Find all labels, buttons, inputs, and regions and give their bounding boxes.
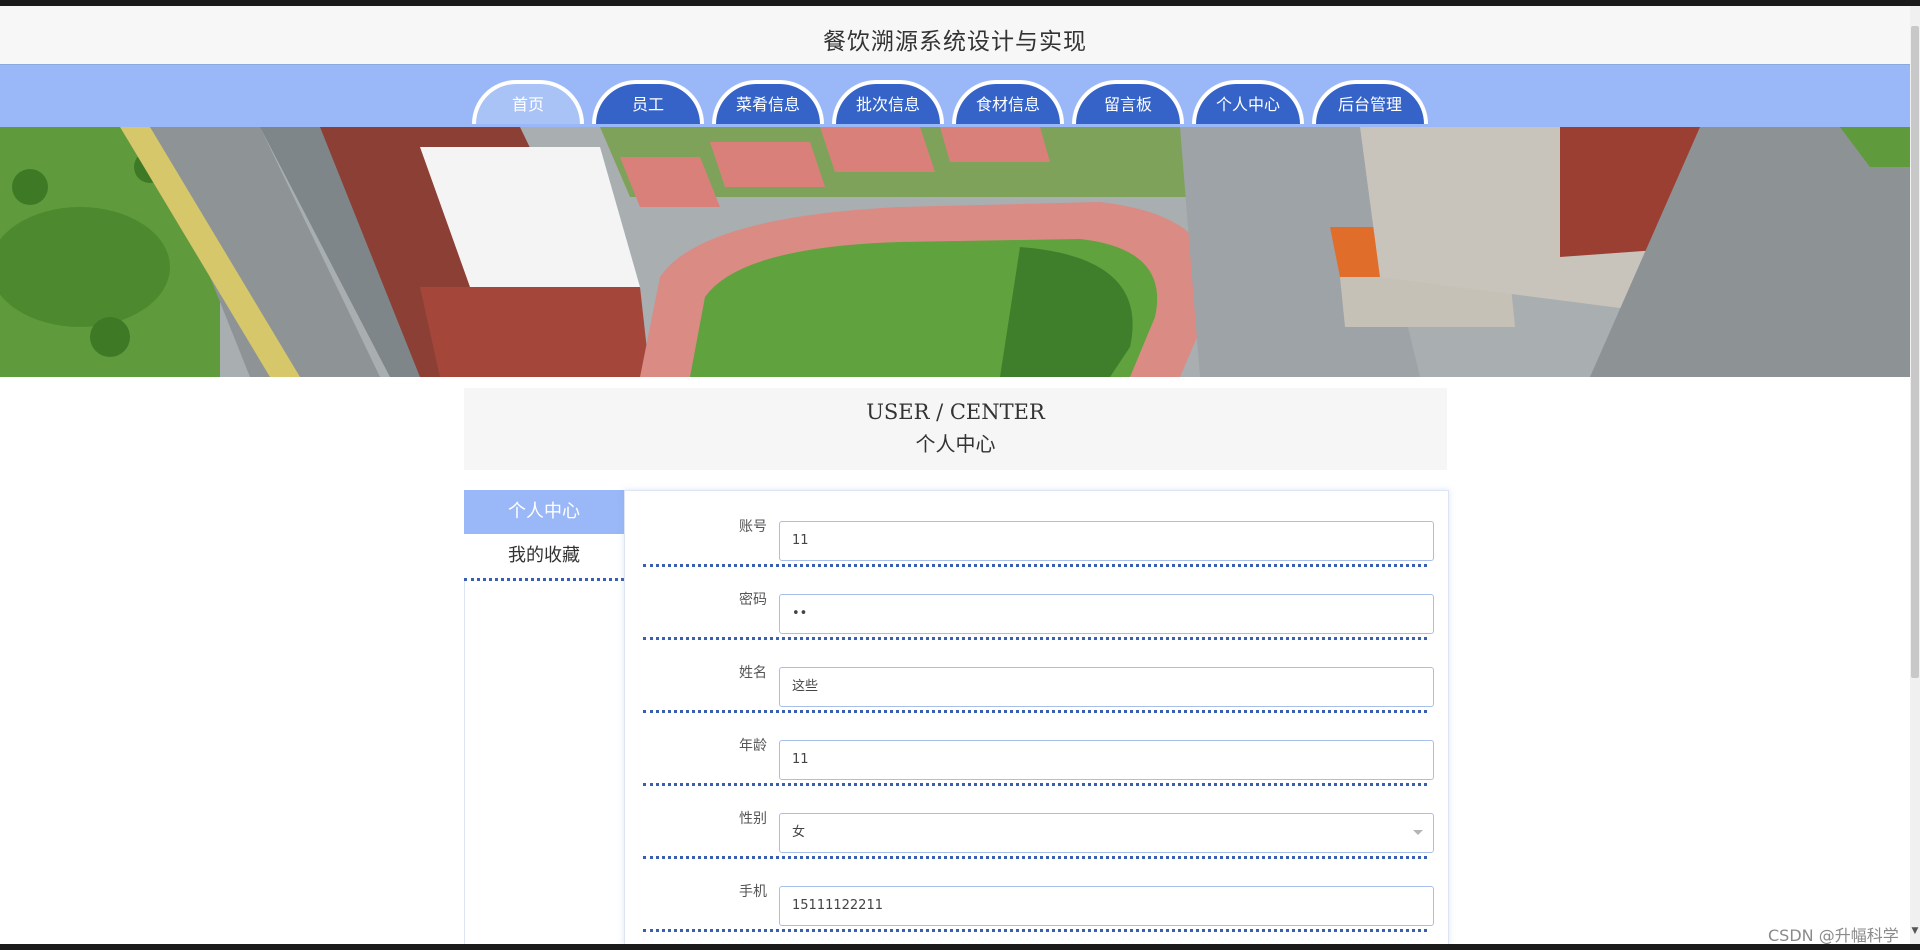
sidebar-item-user-center[interactable]: 个人中心: [464, 490, 624, 534]
form-row-account: 账号 11: [643, 491, 1434, 567]
scroll-down-arrow-icon[interactable]: ▼: [1910, 926, 1920, 936]
form-row-password: 密码 ••: [643, 564, 1434, 640]
sidebar-background: [464, 581, 625, 944]
gender-select-value: 女: [792, 825, 806, 840]
phone-input[interactable]: 15111122211: [779, 886, 1434, 926]
password-input[interactable]: ••: [779, 594, 1434, 634]
nav-tab-ingredients[interactable]: 食材信息: [952, 80, 1064, 124]
gender-label: 性别: [739, 811, 767, 827]
nav-tab-dishes[interactable]: 菜肴信息: [712, 80, 824, 124]
nav-tab-staff[interactable]: 员工: [592, 80, 704, 124]
scrollbar-thumb[interactable]: [1911, 26, 1919, 678]
site-header: 餐饮溯源系统设计与实现: [0, 6, 1910, 65]
window-bottom-border: [0, 944, 1920, 950]
nav-tab-admin[interactable]: 后台管理: [1312, 80, 1428, 124]
account-label: 账号: [739, 519, 767, 535]
banner-image: [0, 127, 1910, 377]
section-title-en: USER / CENTER: [866, 400, 1045, 424]
nav-tab-message-board[interactable]: 留言板: [1072, 80, 1184, 124]
name-input[interactable]: 这些: [779, 667, 1434, 707]
csdn-watermark: CSDN @升幅科学: [1768, 926, 1899, 945]
form-row-age: 年龄 11: [643, 710, 1434, 786]
profile-form: 账号 11 密码 •• 姓名 这些 年龄 11 性别 女 手机 15111122…: [624, 490, 1449, 945]
name-label: 姓名: [739, 665, 767, 681]
password-label: 密码: [739, 592, 767, 608]
banner-carousel[interactable]: [0, 127, 1910, 377]
nav-list: 首页 员工 菜肴信息 批次信息 食材信息 留言板 个人中心 后台管理: [472, 80, 1428, 124]
nav-tab-user-center[interactable]: 个人中心: [1192, 80, 1304, 124]
user-sidebar: 个人中心 我的收藏: [464, 490, 624, 581]
age-label: 年龄: [739, 738, 767, 754]
section-heading: USER / CENTER 个人中心: [464, 388, 1447, 470]
phone-label: 手机: [739, 884, 767, 900]
form-row-phone: 手机 15111122211: [643, 856, 1434, 932]
form-row-name: 姓名 这些: [643, 637, 1434, 713]
main-navbar: 首页 员工 菜肴信息 批次信息 食材信息 留言板 个人中心 后台管理: [0, 65, 1910, 127]
gender-select[interactable]: 女: [779, 813, 1434, 853]
section-title-cn: 个人中心: [915, 432, 996, 456]
form-row-gender: 性别 女: [643, 783, 1434, 859]
nav-tab-batches[interactable]: 批次信息: [832, 80, 944, 124]
nav-tab-home[interactable]: 首页: [472, 80, 584, 124]
sidebar-item-favorites[interactable]: 我的收藏: [464, 534, 624, 581]
page-scrollbar[interactable]: ▼: [1910, 6, 1920, 944]
age-input[interactable]: 11: [779, 740, 1434, 780]
account-input[interactable]: 11: [779, 521, 1434, 561]
site-title: 餐饮溯源系统设计与实现: [823, 29, 1087, 55]
chevron-down-icon: [1413, 830, 1423, 835]
